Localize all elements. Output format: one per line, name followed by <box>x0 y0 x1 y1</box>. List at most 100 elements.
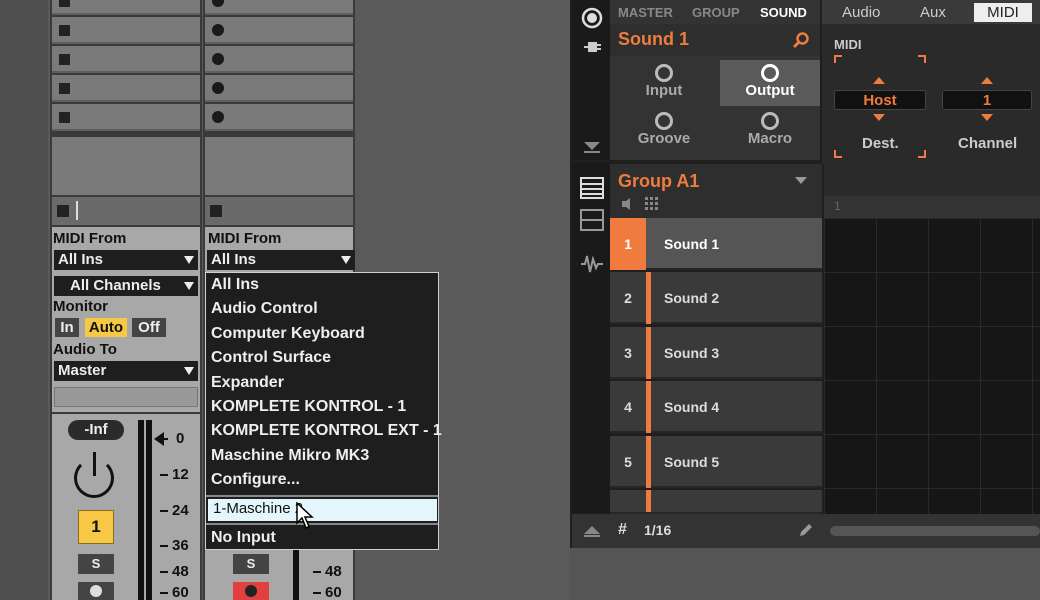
scale-tick <box>160 545 168 547</box>
menu-item[interactable]: Audio Control <box>211 300 318 322</box>
monitor-label: Monitor <box>53 298 108 315</box>
scale-label: 48 <box>325 563 342 580</box>
dest-down-arrow-icon[interactable] <box>873 114 885 121</box>
menu-item[interactable]: Control Surface <box>211 349 331 371</box>
monitor-auto-button[interactable]: Auto <box>85 318 127 337</box>
menu-item[interactable]: No Input <box>211 529 276 551</box>
sound-row-partial[interactable] <box>610 490 822 514</box>
scale-label: 48 <box>172 563 189 580</box>
stop-icon <box>59 112 70 123</box>
solo-button[interactable]: S <box>78 554 114 574</box>
tab-midi[interactable]: MIDI <box>974 3 1032 22</box>
dest-up-arrow-icon[interactable] <box>873 77 885 84</box>
clip-slot[interactable] <box>52 17 200 44</box>
sound-title-bar: Sound 1 <box>610 24 820 56</box>
menu-item[interactable]: Computer Keyboard <box>211 325 365 347</box>
track-stop-button[interactable] <box>52 197 200 225</box>
sound-title[interactable]: Sound 1 <box>618 29 689 50</box>
midi-from-dropdown[interactable]: All Ins <box>54 250 198 270</box>
output-button[interactable]: Output <box>720 60 820 106</box>
channel-down-arrow-icon[interactable] <box>981 114 993 121</box>
clip-slot-empty[interactable] <box>205 137 353 195</box>
solo-button[interactable]: S <box>233 554 269 574</box>
level-meter-left <box>138 420 144 600</box>
pad-view-icon[interactable] <box>580 177 604 199</box>
sound-row[interactable]: 4 Sound 4 <box>610 381 822 433</box>
arm-button[interactable] <box>233 582 269 600</box>
group-name[interactable]: Group A1 <box>618 171 699 192</box>
sound-row[interactable]: 5 Sound 5 <box>610 436 822 488</box>
groove-icon <box>655 112 673 130</box>
plug-icon[interactable] <box>582 38 602 56</box>
focus-corner <box>918 150 926 158</box>
groove-label: Groove <box>637 130 691 147</box>
groove-button[interactable]: Groove <box>614 108 714 154</box>
search-icon[interactable] <box>792 31 810 49</box>
clip-slot[interactable] <box>52 0 200 15</box>
tab-aux[interactable]: Aux <box>920 4 946 21</box>
audio-to-dropdown[interactable]: Master <box>54 361 198 381</box>
grid-icon[interactable] <box>644 196 660 212</box>
clip-slot-empty[interactable] <box>52 137 200 195</box>
clip-slot[interactable] <box>52 75 200 102</box>
tab-master[interactable]: MASTER <box>618 5 673 20</box>
audio-to-channel-field[interactable] <box>54 387 198 407</box>
grid-hash-icon[interactable]: # <box>618 521 627 539</box>
dest-value[interactable]: Host <box>834 90 926 110</box>
midi-from-value: All Ins <box>58 251 104 268</box>
clip-slot[interactable] <box>205 17 353 44</box>
clip-slot[interactable] <box>52 104 200 131</box>
quantize-value[interactable]: 1/16 <box>644 522 671 538</box>
sound-row[interactable]: 1 Sound 1 <box>610 218 822 270</box>
track-activator-button[interactable]: 1 <box>78 510 114 544</box>
track-stop-button[interactable] <box>205 197 353 225</box>
clip-slot[interactable] <box>205 75 353 102</box>
arm-button[interactable] <box>78 582 114 600</box>
midi-from-dropdown[interactable]: All Ins <box>207 250 355 270</box>
input-button[interactable]: Input <box>614 60 714 106</box>
audio-to-label: Audio To <box>53 341 117 358</box>
sound-name: Sound 5 <box>664 454 720 470</box>
record-slot-icon <box>212 0 224 7</box>
keyboard-view-icon[interactable] <box>580 209 604 231</box>
horizontal-scrollbar[interactable] <box>830 526 1040 536</box>
clip-slot[interactable] <box>205 104 353 131</box>
tab-audio[interactable]: Audio <box>842 4 880 21</box>
pattern-grid[interactable] <box>824 218 1040 514</box>
waveform-icon[interactable] <box>580 253 604 275</box>
chevron-down-icon[interactable] <box>794 176 808 186</box>
menu-item[interactable]: Configure... <box>211 471 300 493</box>
monitor-in-button[interactable]: In <box>55 318 79 337</box>
midi-channel-dropdown[interactable]: All Channels <box>54 276 198 296</box>
collapse-up-icon[interactable] <box>582 524 602 538</box>
tab-group[interactable]: GROUP <box>692 5 740 20</box>
maschine-tabs: MASTER GROUP SOUND <box>610 0 820 24</box>
menu-item[interactable]: Expander <box>211 374 284 396</box>
sound-row[interactable]: 3 Sound 3 <box>610 327 822 379</box>
speaker-icon[interactable] <box>620 196 636 212</box>
sound-module-buttons: Input Output Groove Macro <box>610 56 820 160</box>
output-label: Output <box>745 82 795 99</box>
channel-value[interactable]: 1 <box>942 90 1032 110</box>
menu-item[interactable]: KOMPLETE KONTROL - 1 <box>211 398 406 420</box>
menu-item[interactable]: KOMPLETE KONTROL EXT - 1 <box>211 422 442 444</box>
volume-knob-icon[interactable] <box>581 7 603 29</box>
channel-up-arrow-icon[interactable] <box>981 77 993 84</box>
macro-button[interactable]: Macro <box>720 108 820 154</box>
tab-sound[interactable]: SOUND <box>760 5 807 20</box>
stop-icon <box>59 83 70 94</box>
clip-slot[interactable] <box>205 46 353 73</box>
stop-icon <box>57 205 69 217</box>
menu-item[interactable]: Maschine Mikro MK3 <box>211 447 369 469</box>
monitor-off-button[interactable]: Off <box>132 318 166 337</box>
clip-slot[interactable] <box>205 0 353 15</box>
pattern-timeline[interactable]: 1 <box>824 196 1040 218</box>
macro-label: Macro <box>747 130 793 147</box>
menu-item[interactable]: All Ins <box>211 276 259 298</box>
volume-readout[interactable]: -Inf <box>68 420 124 440</box>
clip-slot[interactable] <box>52 46 200 73</box>
pencil-icon[interactable] <box>798 522 814 538</box>
sound-row[interactable]: 2 Sound 2 <box>610 272 822 324</box>
collapse-down-icon[interactable] <box>582 140 602 154</box>
menu-item-highlighted[interactable]: 1-Maschine 2 <box>208 499 437 521</box>
